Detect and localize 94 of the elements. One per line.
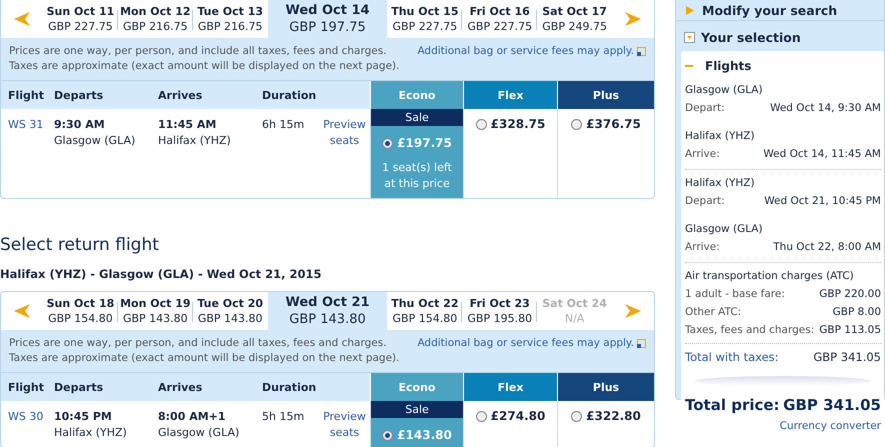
total-price-label: Total price:	[685, 396, 780, 414]
leg-city: Glasgow (GLA)	[685, 222, 763, 237]
currency-converter-link[interactable]: Currency converter	[780, 420, 881, 432]
fare-price: £376.75	[586, 117, 641, 131]
arrive-time: 11:45 AM	[158, 117, 218, 133]
charge-label: Other ATC:	[685, 305, 742, 320]
fees-link[interactable]: Additional bag or service fees may apply.	[417, 44, 646, 59]
date-tab[interactable]: Fri Oct 23 GBP 195.80	[462, 292, 538, 330]
fare-radio[interactable]	[571, 118, 582, 130]
arrive-time: 8:00 AM+1	[158, 409, 227, 425]
fare-column-header: Flex	[463, 81, 557, 109]
depart-city: Glasgow (GLA)	[54, 133, 136, 149]
route-title: Halifax (YHZ) - Glasgow (GLA) - Wed Oct 21, 2015	[0, 267, 323, 281]
fare-radio[interactable]	[476, 118, 487, 130]
leg-label: Depart:	[685, 194, 725, 209]
date-tab[interactable]: Wed Oct 14 GBP 197.75	[268, 0, 388, 38]
column-header: Duration	[261, 88, 318, 104]
charge-value: GBP 220.00	[819, 287, 881, 302]
date-tab[interactable]: Tue Oct 13 GBP 216.75	[192, 0, 268, 38]
fare-radio[interactable]	[382, 430, 394, 440]
duration: 6h 15m	[262, 118, 304, 131]
column-header: Departs	[53, 380, 104, 396]
date-tab[interactable]: Mon Oct 12 GBP 216.75	[118, 0, 193, 38]
collapse-icon[interactable]	[684, 32, 695, 42]
section-title: Select return flight	[0, 235, 160, 255]
leg-city: Halifax (YHZ)	[685, 129, 755, 144]
leg-datetime: Wed Oct 21, 10:45 PM	[764, 194, 881, 209]
sale-badge: Sale	[371, 401, 463, 418]
fare-price: £322.80	[586, 409, 641, 423]
left-arrow-icon[interactable]	[12, 301, 32, 321]
right-arrow-icon[interactable]	[623, 301, 644, 321]
column-header: Departs	[53, 88, 104, 104]
left-arrow-icon[interactable]	[12, 9, 32, 29]
price-notice: Prices are one way, per person, and include all taxes, fees and charges. Taxes are approximate (exact amount will be displayed on the next page).	[9, 336, 400, 366]
total-with-taxes-label: Total with taxes:	[685, 350, 779, 364]
leg-label: Arrive:	[685, 240, 720, 255]
seats-left-note: 1 seat(s) left at this price	[381, 160, 453, 192]
flight-number[interactable]: WS 31	[8, 118, 44, 131]
popup-icon	[637, 339, 646, 348]
depart-time: 10:45 PM	[54, 409, 113, 425]
duration: 5h 15m	[262, 410, 304, 423]
date-tab[interactable]: Mon Oct 19 GBP 143.80	[118, 292, 193, 330]
charge-value: GBP 113.05	[819, 323, 881, 338]
date-tab[interactable]: Thu Oct 22 GBP 154.80	[387, 292, 462, 330]
right-arrow-icon[interactable]	[623, 9, 644, 29]
popup-icon	[637, 47, 646, 56]
column-header: Arrives	[157, 380, 204, 396]
fare-price: £274.80	[490, 409, 546, 423]
expand-arrow-icon	[686, 6, 694, 14]
charges-title: Air transportation charges (ATC)	[685, 269, 854, 284]
date-tab[interactable]: Sun Oct 18 GBP 154.80	[43, 292, 118, 330]
leg-datetime: Thu Oct 22, 8:00 AM	[773, 240, 881, 255]
column-header: Flight	[7, 88, 46, 104]
charge-value: GBP 8.00	[832, 305, 881, 320]
leg-label: Arrive:	[685, 147, 720, 162]
fare-radio[interactable]	[476, 410, 487, 422]
flights-title: Flights	[705, 59, 752, 73]
leg-label: Depart:	[685, 101, 725, 116]
price-notice: Prices are one way, per person, and include all taxes, fees and charges. Taxes are approximate (exact amount will be displayed on the next page).	[9, 44, 400, 74]
arrive-city: Glasgow (GLA)	[158, 425, 240, 441]
column-header: Arrives	[157, 88, 204, 104]
fees-link[interactable]: Additional bag or service fees may apply.	[417, 336, 646, 351]
leg-city: Glasgow (GLA)	[685, 83, 763, 98]
fare-price: £197.75	[397, 136, 452, 150]
date-tab[interactable]: Tue Oct 20 GBP 143.80	[192, 292, 268, 330]
leg-city: Halifax (YHZ)	[685, 176, 755, 191]
fare-radio[interactable]	[382, 138, 394, 148]
fare-column-header: Plus	[557, 373, 654, 401]
total-price-value: GBP 341.05	[783, 396, 881, 414]
fare-price: £143.80	[397, 428, 452, 442]
date-tab[interactable]: Sat Oct 17 GBP 249.75	[537, 0, 612, 38]
date-tab[interactable]: Sun Oct 11 GBP 227.75	[43, 0, 118, 38]
date-tab[interactable]: Thu Oct 15 GBP 227.75	[387, 0, 462, 38]
charge-label: 1 adult - base fare:	[685, 287, 785, 302]
sale-badge: Sale	[371, 109, 463, 126]
fare-price: £328.75	[490, 117, 546, 131]
total-with-taxes-value: GBP 341.05	[813, 350, 881, 364]
fare-column-header: Econo	[370, 81, 463, 109]
leg-datetime: Wed Oct 14, 9:30 AM	[770, 101, 881, 116]
date-tab[interactable]: Fri Oct 16 GBP 227.75	[462, 0, 538, 38]
leg-datetime: Wed Oct 14, 11:45 AM	[763, 147, 881, 162]
charge-label: Taxes, fees and charges:	[685, 323, 814, 338]
fare-column-header: Plus	[557, 81, 654, 109]
column-header: Flight	[7, 380, 46, 396]
depart-city: Halifax (YHZ)	[54, 425, 128, 441]
fare-column-header: Econo	[370, 373, 463, 401]
modify-search-link[interactable]: Modify your search	[702, 2, 838, 18]
column-header: Duration	[261, 380, 318, 396]
arrive-city: Halifax (YHZ)	[158, 133, 232, 149]
depart-time: 9:30 AM	[54, 117, 106, 133]
fare-radio[interactable]	[571, 410, 582, 422]
fare-column-header: Flex	[463, 373, 557, 401]
selection-title: Your selection	[701, 30, 801, 44]
date-tab[interactable]: Wed Oct 21 GBP 143.80	[268, 292, 388, 330]
